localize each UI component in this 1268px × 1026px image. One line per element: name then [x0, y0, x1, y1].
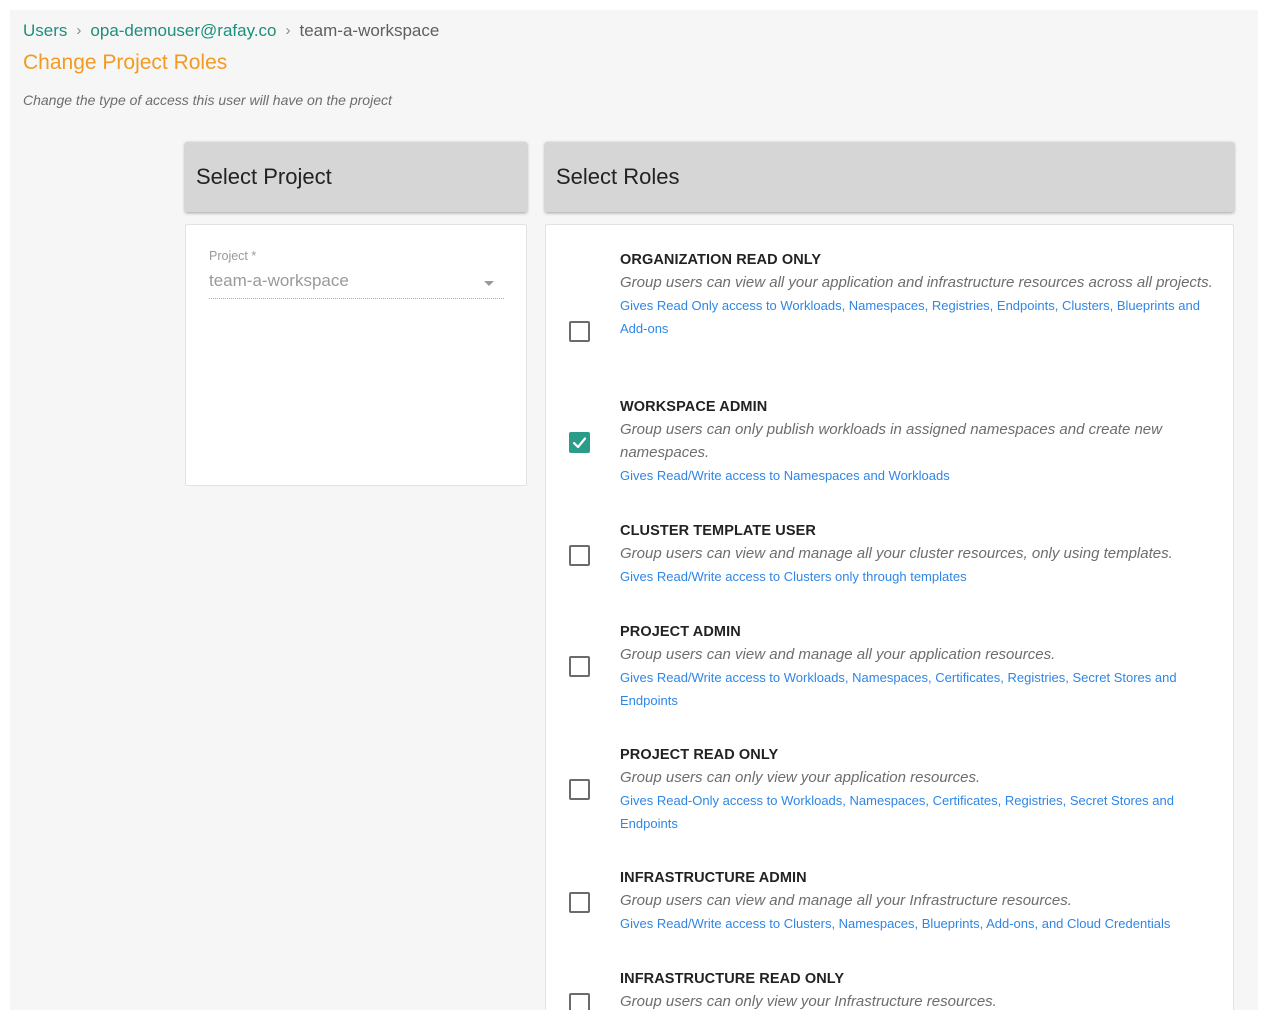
roles-card: ORGANIZATION READ ONLY Group users can v… — [545, 224, 1234, 1010]
role-text: INFRASTRUCTURE READ ONLY Group users can… — [620, 968, 1220, 1010]
role-name: PROJECT READ ONLY — [620, 747, 779, 763]
role-text: ORGANIZATION READ ONLY Group users can v… — [620, 249, 1220, 340]
role-description: Group users can view and manage all your… — [620, 545, 1173, 562]
role-text: WORKSPACE ADMIN Group users can only pub… — [620, 396, 1220, 487]
role-text: PROJECT READ ONLY Group users can only v… — [620, 744, 1220, 835]
project-select-underline — [209, 298, 504, 299]
role-text: INFRASTRUCTURE ADMIN Group users can vie… — [620, 867, 1220, 935]
page: Users › opa-demouser@rafay.co › team-a-w… — [10, 10, 1258, 1010]
role-checkbox-infrastructure-read-only[interactable] — [569, 993, 590, 1010]
project-card: Project * team-a-workspace — [185, 224, 527, 486]
role-description: Group users can only view your Infrastru… — [620, 993, 997, 1010]
page-subtitle: Change the type of access this user will… — [23, 92, 392, 108]
role-description: Group users can view all your applicatio… — [620, 274, 1213, 291]
breadcrumb-current: team-a-workspace — [299, 21, 440, 40]
role-access: Gives Read Only access to Workloads, Nam… — [620, 298, 1200, 336]
breadcrumb-user-link[interactable]: opa-demouser@rafay.co — [90, 20, 276, 42]
role-description: Group users can view and manage all your… — [620, 646, 1056, 663]
breadcrumb-users-link[interactable]: Users — [23, 20, 67, 42]
role-description: Group users can only publish workloads i… — [620, 421, 1162, 461]
role-text: CLUSTER TEMPLATE USER Group users can vi… — [620, 520, 1220, 588]
role-name: ORGANIZATION READ ONLY — [620, 252, 822, 268]
select-project-header: Select Project — [185, 142, 527, 212]
role-checkbox-project-read-only[interactable] — [569, 779, 590, 800]
role-name: WORKSPACE ADMIN — [620, 399, 768, 415]
role-checkbox-cluster-template-user[interactable] — [569, 545, 590, 566]
breadcrumb-separator: › — [285, 22, 291, 39]
page-title: Change Project Roles — [23, 51, 228, 74]
role-access: Gives Read/Write access to Namespaces an… — [620, 468, 950, 483]
role-description: Group users can only view your applicati… — [620, 769, 981, 786]
checkmark-icon — [572, 437, 587, 449]
select-roles-header: Select Roles — [545, 142, 1234, 212]
project-field-label: Project * — [209, 249, 257, 263]
role-checkbox-organization-read-only[interactable] — [569, 321, 590, 342]
role-access: Gives Read-Only access to Workloads, Nam… — [620, 793, 1174, 831]
role-access: Gives Read/Write access to Clusters, Nam… — [620, 916, 1171, 931]
role-access: Gives Read/Write access to Workloads, Na… — [620, 670, 1177, 708]
project-select[interactable]: team-a-workspace — [209, 271, 349, 291]
dropdown-caret-icon[interactable] — [484, 281, 494, 286]
role-checkbox-project-admin[interactable] — [569, 656, 590, 677]
role-access: Gives Read/Write access to Clusters only… — [620, 569, 967, 584]
role-checkbox-infrastructure-admin[interactable] — [569, 892, 590, 913]
role-checkbox-workspace-admin[interactable] — [569, 432, 590, 453]
role-name: CLUSTER TEMPLATE USER — [620, 523, 816, 539]
breadcrumb-separator: › — [76, 22, 82, 39]
role-description: Group users can view and manage all your… — [620, 892, 1072, 909]
role-name: PROJECT ADMIN — [620, 624, 741, 640]
role-text: PROJECT ADMIN Group users can view and m… — [620, 621, 1220, 712]
role-name: INFRASTRUCTURE READ ONLY — [620, 971, 845, 987]
role-name: INFRASTRUCTURE ADMIN — [620, 870, 807, 886]
breadcrumb: Users › opa-demouser@rafay.co › team-a-w… — [23, 20, 439, 42]
